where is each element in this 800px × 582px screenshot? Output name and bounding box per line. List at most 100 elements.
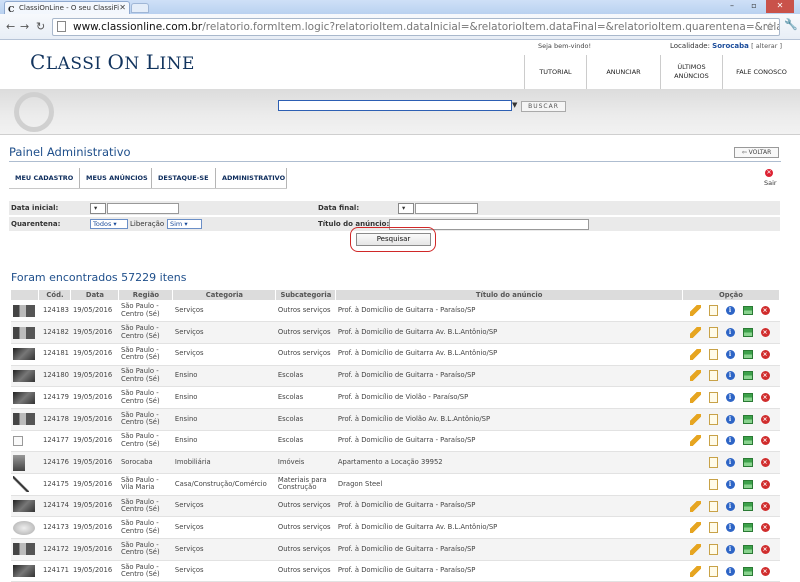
data-final-dropdown[interactable]: ▾ bbox=[398, 203, 414, 214]
liberacao-select[interactable]: Sim ▾ bbox=[167, 219, 202, 229]
close-tab-icon[interactable]: ✕ bbox=[119, 3, 126, 12]
highlight-add-icon[interactable] bbox=[742, 328, 753, 338]
edit-pencil-icon[interactable] bbox=[689, 413, 701, 425]
ad-thumbnail[interactable] bbox=[13, 326, 35, 339]
delete-icon[interactable]: × bbox=[760, 458, 770, 468]
edit-pencil-icon[interactable] bbox=[689, 370, 701, 382]
close-window-icon[interactable]: ✕ bbox=[766, 0, 794, 13]
edit-pencil-icon[interactable] bbox=[689, 500, 701, 512]
tab-destaque-se[interactable]: DESTAQUE-SE bbox=[152, 168, 216, 188]
tab-administrativo[interactable]: ADMINISTRATIVO bbox=[216, 168, 287, 188]
document-icon[interactable] bbox=[708, 522, 718, 534]
document-icon[interactable] bbox=[708, 413, 718, 425]
maximize-icon[interactable]: ▫ bbox=[744, 0, 764, 13]
logout-icon[interactable]: ✕ bbox=[765, 169, 773, 177]
document-icon[interactable] bbox=[708, 500, 718, 512]
ad-thumbnail[interactable] bbox=[13, 369, 35, 382]
address-bar[interactable]: www.classionline.com.br/relatorio.formIt… bbox=[52, 18, 780, 36]
info-icon[interactable]: i bbox=[725, 566, 735, 576]
delete-icon[interactable]: × bbox=[760, 523, 770, 533]
tab-meus-anuncios[interactable]: MEUS ANÚNCIOS bbox=[80, 168, 152, 188]
info-icon[interactable]: i bbox=[725, 501, 735, 511]
edit-pencil-icon[interactable] bbox=[689, 305, 701, 317]
info-icon[interactable]: i bbox=[725, 414, 735, 424]
edit-pencil-icon[interactable] bbox=[689, 522, 701, 534]
info-icon[interactable]: i bbox=[725, 306, 735, 316]
info-icon[interactable]: i bbox=[725, 544, 735, 554]
quarentena-select[interactable]: Todos ▾ bbox=[90, 219, 128, 229]
delete-icon[interactable]: × bbox=[760, 436, 770, 446]
delete-icon[interactable]: × bbox=[760, 566, 770, 576]
document-icon[interactable] bbox=[708, 565, 718, 577]
highlight-add-icon[interactable] bbox=[742, 501, 753, 511]
ad-thumbnail[interactable] bbox=[13, 543, 35, 556]
browser-tab[interactable]: C ClassiOnLine - O seu ClassiFi ✕ bbox=[4, 1, 130, 14]
search-input[interactable] bbox=[278, 100, 512, 111]
document-icon[interactable] bbox=[708, 392, 718, 404]
bookmark-star-icon[interactable]: ☆ bbox=[765, 19, 775, 35]
ad-thumbnail[interactable] bbox=[13, 500, 35, 513]
ad-thumbnail[interactable] bbox=[13, 565, 35, 578]
document-icon[interactable] bbox=[708, 370, 718, 382]
delete-icon[interactable]: × bbox=[760, 544, 770, 554]
info-icon[interactable]: i bbox=[725, 371, 735, 381]
site-logo[interactable]: CLASSI ON LINE bbox=[30, 50, 195, 74]
ad-thumbnail[interactable] bbox=[13, 454, 25, 471]
forward-icon[interactable]: → bbox=[20, 20, 29, 33]
tab-meu-cadastro[interactable]: MEU CADASTRO bbox=[9, 168, 80, 188]
nav-anunciar[interactable]: ANUNCIAR bbox=[586, 55, 660, 89]
voltar-button[interactable]: ⇦ VOLTAR bbox=[734, 147, 779, 158]
highlight-add-icon[interactable] bbox=[742, 414, 753, 424]
highlight-add-icon[interactable] bbox=[742, 306, 753, 316]
delete-icon[interactable]: × bbox=[760, 328, 770, 338]
nav-tutorial[interactable]: TUTORIAL bbox=[524, 55, 586, 89]
highlight-add-icon[interactable] bbox=[742, 349, 753, 359]
edit-pencil-icon[interactable] bbox=[689, 348, 701, 360]
highlight-add-icon[interactable] bbox=[742, 458, 753, 468]
info-icon[interactable]: i bbox=[725, 523, 735, 533]
chevron-down-icon[interactable]: ▼ bbox=[512, 101, 517, 109]
highlight-add-icon[interactable] bbox=[742, 393, 753, 403]
highlight-add-icon[interactable] bbox=[742, 523, 753, 533]
ad-thumbnail[interactable] bbox=[13, 476, 29, 493]
ad-thumbnail[interactable] bbox=[13, 304, 35, 317]
delete-icon[interactable]: × bbox=[760, 349, 770, 359]
info-icon[interactable]: i bbox=[725, 328, 735, 338]
edit-pencil-icon[interactable] bbox=[689, 327, 701, 339]
info-icon[interactable]: i bbox=[725, 436, 735, 446]
edit-pencil-icon[interactable] bbox=[689, 435, 701, 447]
highlight-add-icon[interactable] bbox=[742, 479, 753, 489]
delete-icon[interactable]: × bbox=[760, 306, 770, 316]
document-icon[interactable] bbox=[708, 457, 718, 469]
pesquisar-button[interactable]: Pesquisar bbox=[356, 233, 431, 246]
highlight-add-icon[interactable] bbox=[742, 544, 753, 554]
highlight-add-icon[interactable] bbox=[742, 436, 753, 446]
ad-thumbnail[interactable] bbox=[13, 348, 35, 361]
nav-fale-conosco[interactable]: FALE CONOSCO bbox=[722, 55, 800, 89]
info-icon[interactable]: i bbox=[725, 393, 735, 403]
ad-thumbnail[interactable] bbox=[13, 391, 35, 404]
info-icon[interactable]: i bbox=[725, 458, 735, 468]
document-icon[interactable] bbox=[708, 435, 718, 447]
new-tab-button[interactable] bbox=[131, 3, 149, 13]
ad-thumbnail[interactable] bbox=[13, 413, 35, 426]
alterar-link[interactable]: [ alterar ] bbox=[751, 42, 782, 50]
edit-pencil-icon[interactable] bbox=[689, 543, 701, 555]
data-inicial-dropdown[interactable]: ▾ bbox=[90, 203, 106, 214]
document-icon[interactable] bbox=[708, 543, 718, 555]
delete-icon[interactable]: × bbox=[760, 371, 770, 381]
sair-link[interactable]: Sair bbox=[764, 179, 777, 187]
data-final-input[interactable] bbox=[415, 203, 478, 214]
delete-icon[interactable]: × bbox=[760, 393, 770, 403]
back-icon[interactable]: ← bbox=[6, 20, 15, 33]
highlight-add-icon[interactable] bbox=[742, 371, 753, 381]
document-icon[interactable] bbox=[708, 478, 718, 490]
wrench-icon[interactable]: 🔧 bbox=[784, 18, 798, 31]
delete-icon[interactable]: × bbox=[760, 501, 770, 511]
document-icon[interactable] bbox=[708, 327, 718, 339]
delete-icon[interactable]: × bbox=[760, 414, 770, 424]
reload-icon[interactable]: ↻ bbox=[36, 20, 45, 33]
ad-thumbnail[interactable] bbox=[13, 435, 23, 446]
info-icon[interactable]: i bbox=[725, 479, 735, 489]
search-button[interactable]: BUSCAR bbox=[521, 101, 566, 112]
